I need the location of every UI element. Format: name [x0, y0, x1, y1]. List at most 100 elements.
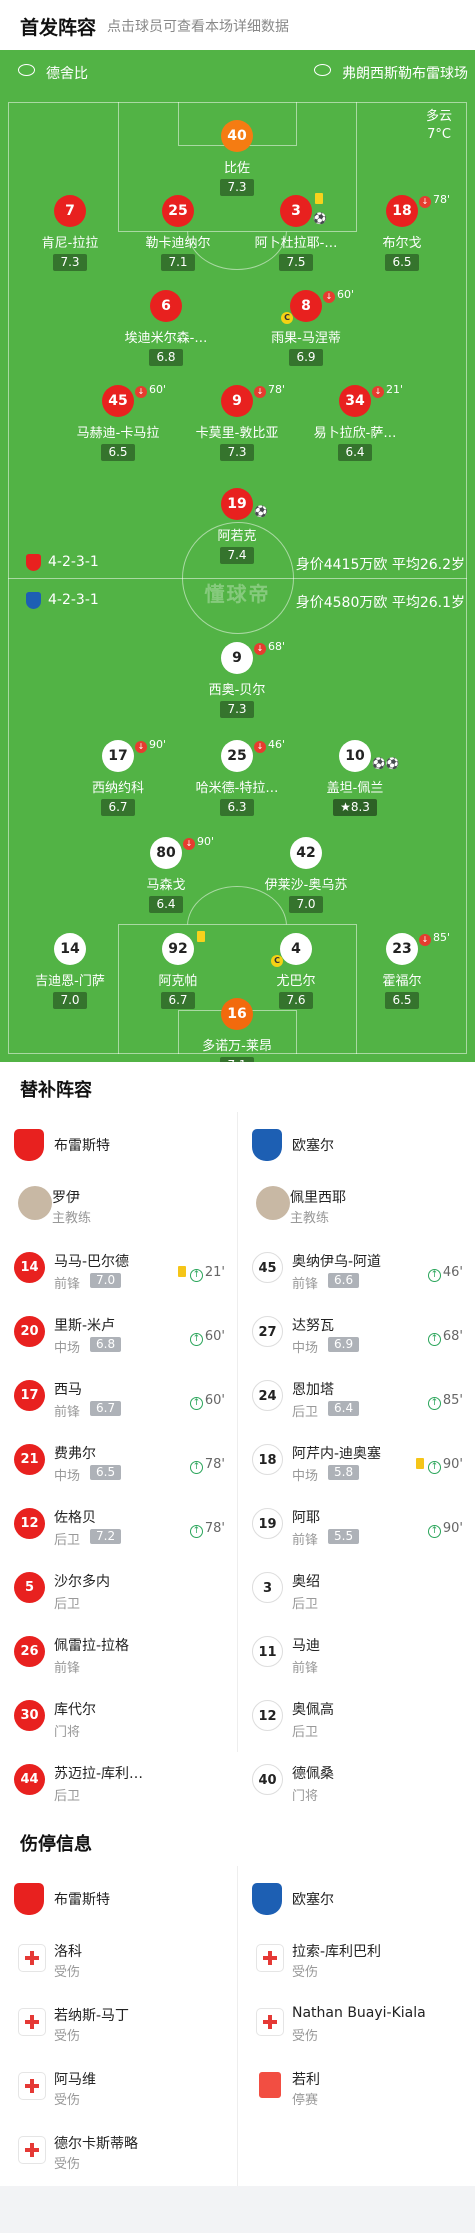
home-player[interactable]: 40 比佐 7.3 — [182, 120, 292, 196]
auxerre-badge-icon — [252, 1129, 282, 1161]
sub-on-icon: ↑ — [189, 1461, 203, 1474]
brest-badge-icon — [14, 1129, 44, 1161]
sub-position: 中场 — [292, 1341, 319, 1356]
sub-player-row[interactable]: 14 马马-巴尔德 前锋 7.0 ↑ 21' — [0, 1240, 237, 1304]
injury-away-team: 欧塞尔 — [292, 1892, 334, 1908]
medical-cross-icon — [18, 2072, 46, 2100]
injury-row[interactable]: 洛科 受伤 — [0, 1930, 237, 1994]
sub-player-row[interactable]: 11 马迪 前锋 — [238, 1624, 475, 1688]
sub-player-row[interactable]: 18 阿芹内-迪奥塞 中场 5.8 ↑ 90' — [238, 1432, 475, 1496]
injury-row[interactable]: 若利 停赛 — [238, 2058, 475, 2122]
away-coach[interactable]: 佩里西耶 主教练 — [238, 1176, 475, 1240]
sub-on-icon: ↑ — [189, 1333, 203, 1346]
away-player[interactable]: 23 霍福尔 6.5 ↓ 85' — [347, 931, 457, 1009]
sub-number: 45 — [252, 1252, 283, 1283]
yellow-card-icon — [177, 1266, 186, 1277]
away-player[interactable]: 25 哈米德-特拉… 6.3 ↓ 46' — [182, 738, 292, 816]
sub-player-row[interactable]: 12 佐格贝 后卫 7.2 ↑ 78' — [0, 1496, 237, 1560]
sub-position: 后卫 — [54, 1789, 81, 1804]
sub-number: 12 — [252, 1700, 283, 1731]
sub-off-indicator: ↓ 60' — [323, 288, 354, 303]
injury-row[interactable]: 拉索-库利巴利 受伤 — [238, 1930, 475, 1994]
sub-player-row[interactable]: 19 阿耶 前锋 5.5 ↑ 90' — [238, 1496, 475, 1560]
player-name: 霍福尔 — [382, 974, 422, 989]
sub-icon: ↓ — [135, 386, 147, 398]
sub-player-row[interactable]: 44 苏迈拉-库利… 后卫 — [0, 1752, 237, 1816]
player-name: 阿克帕 — [158, 974, 198, 989]
player-number: 9 — [221, 385, 253, 417]
sub-minute: 90' — [149, 738, 167, 751]
player-number: 34 — [339, 385, 371, 417]
player-name: 布尔戈 — [382, 236, 422, 251]
sub-off-indicator: ↓ 90' — [183, 835, 214, 850]
sub-on-icon: ↑ — [189, 1269, 203, 1282]
injury-row[interactable]: 若纳斯-马丁 受伤 — [0, 1994, 237, 2058]
player-name: 阿卜杜拉耶-… — [254, 236, 338, 251]
home-player[interactable]: 8 雨果-马涅蒂 6.9 ↓ 60' C — [251, 288, 361, 366]
away-player[interactable]: 16多诺万-莱昂7.1 — [182, 998, 292, 1062]
away-player[interactable]: 10 盖坦-佩兰 ★8.3 ⚽⚽ — [300, 740, 410, 816]
player-number: 92 — [162, 933, 194, 965]
sub-player-row[interactable]: 17 西马 前锋 6.7 ↑ 60' — [0, 1368, 237, 1432]
injury-row[interactable]: 德尔卡斯蒂略 受伤 — [0, 2122, 237, 2186]
sub-position: 后卫 — [292, 1725, 319, 1740]
injury-reason: 停赛 — [292, 2093, 319, 2108]
home-player[interactable]: 25 勒卡迪纳尔 7.1 — [123, 195, 233, 271]
sub-minute: 90' — [197, 835, 215, 848]
home-player[interactable]: 18 布尔戈 6.5 ↓ 78' — [347, 193, 457, 271]
sub-position: 门将 — [292, 1789, 319, 1804]
sub-player-row[interactable]: 45 奥纳伊乌-阿道 前锋 6.6 ↑ 46' — [238, 1240, 475, 1304]
pitch: 德舍比 弗朗西斯勒布雷球场 多云 7°C 4-2-3-1 身价4415万欧 平均… — [0, 50, 475, 1062]
medical-cross-icon — [256, 1944, 284, 1972]
player-number: 80 — [150, 837, 182, 869]
player-rating: 7.3 — [53, 254, 87, 271]
injury-reason: 受伤 — [54, 2093, 81, 2108]
home-player[interactable]: 7 肯尼-拉拉 7.3 — [15, 195, 125, 271]
sub-on-time: ↑ 21' — [177, 1265, 225, 1282]
sub-player-row[interactable]: 5 沙尔多内 后卫 — [0, 1560, 237, 1624]
sub-player-row[interactable]: 40 德佩桑 门将 — [238, 1752, 475, 1816]
sub-name: 沙尔多内 — [54, 1574, 110, 1590]
sub-number: 27 — [252, 1316, 283, 1347]
home-player[interactable]: 3 阿卜杜拉耶-… 7.5 ⚽ — [241, 193, 351, 271]
sub-player-row[interactable]: 30 库代尔 门将 — [0, 1688, 237, 1752]
sub-player-row[interactable]: 27 达努瓦 中场 6.9 ↑ 68' — [238, 1304, 475, 1368]
player-number: 45 — [102, 385, 134, 417]
home-player[interactable]: 45 马赫迪-卡马拉 6.5 ↓ 60' — [63, 383, 173, 461]
player-name: 埃迪米尔森-… — [124, 331, 208, 346]
sub-name: 恩加塔 — [292, 1382, 334, 1398]
sub-player-row[interactable]: 12 奥佩高 后卫 — [238, 1688, 475, 1752]
sub-player-row[interactable]: 21 费弗尔 中场 6.5 ↑ 78' — [0, 1432, 237, 1496]
away-player[interactable]: 14 吉迪恩-门萨 7.0 — [15, 933, 125, 1009]
sub-minute: 68' — [268, 640, 286, 653]
home-coach[interactable]: 罗伊 主教练 — [0, 1176, 237, 1240]
sub-on-time: ↑ 90' — [427, 1521, 463, 1538]
injury-title: 伤停信息 — [20, 1834, 92, 1855]
injury-reason: 受伤 — [54, 1965, 81, 1980]
injury-player-name: Nathan Buayi-Kiala — [292, 2005, 426, 2021]
away-player[interactable]: 17 西纳约科 6.7 ↓ 90' — [63, 738, 173, 816]
home-player[interactable]: 9 卡莫里-敦比亚 7.3 ↓ 78' — [182, 383, 292, 461]
away-player[interactable]: 42 伊莱沙-奥乌苏 7.0 — [251, 837, 361, 913]
injury-player-name: 德尔卡斯蒂略 — [54, 2136, 138, 2152]
injury-row[interactable]: 阿马维 受伤 — [0, 2058, 237, 2122]
sub-number: 5 — [14, 1572, 45, 1603]
sub-player-row[interactable]: 3 奥绍 后卫 — [238, 1560, 475, 1624]
sub-minute: 21' — [204, 1265, 225, 1280]
home-player[interactable]: 34 易卜拉欣-萨… 6.4 ↓ 21' — [300, 383, 410, 461]
home-player[interactable]: 6 埃迪米尔森-… 6.8 — [111, 290, 221, 366]
sub-number: 19 — [252, 1508, 283, 1539]
sub-name: 阿芹内-迪奥塞 — [292, 1446, 382, 1462]
home-player[interactable]: 19 阿若克 7.4 ⚽ — [182, 488, 292, 564]
sub-player-row[interactable]: 20 里斯-米卢 中场 6.8 ↑ 60' — [0, 1304, 237, 1368]
player-number: 14 — [54, 933, 86, 965]
sub-player-row[interactable]: 24 恩加塔 后卫 6.4 ↑ 85' — [238, 1368, 475, 1432]
sub-name: 费弗尔 — [54, 1446, 96, 1462]
injury-row[interactable]: Nathan Buayi-Kiala 受伤 — [238, 1994, 475, 2058]
away-player[interactable]: 80 马森戈 6.4 ↓ 90' — [111, 835, 221, 913]
away-player[interactable]: 9 西奥-贝尔 7.3 ↓ 68' — [182, 640, 292, 718]
lineup-header: 首发阵容 点击球员可查看本场详细数据 — [0, 0, 475, 50]
auxerre-badge-icon — [252, 1883, 282, 1915]
sub-player-row[interactable]: 26 佩雷拉-拉格 前锋 — [0, 1624, 237, 1688]
home-coach-name: 罗伊 — [52, 1190, 80, 1206]
